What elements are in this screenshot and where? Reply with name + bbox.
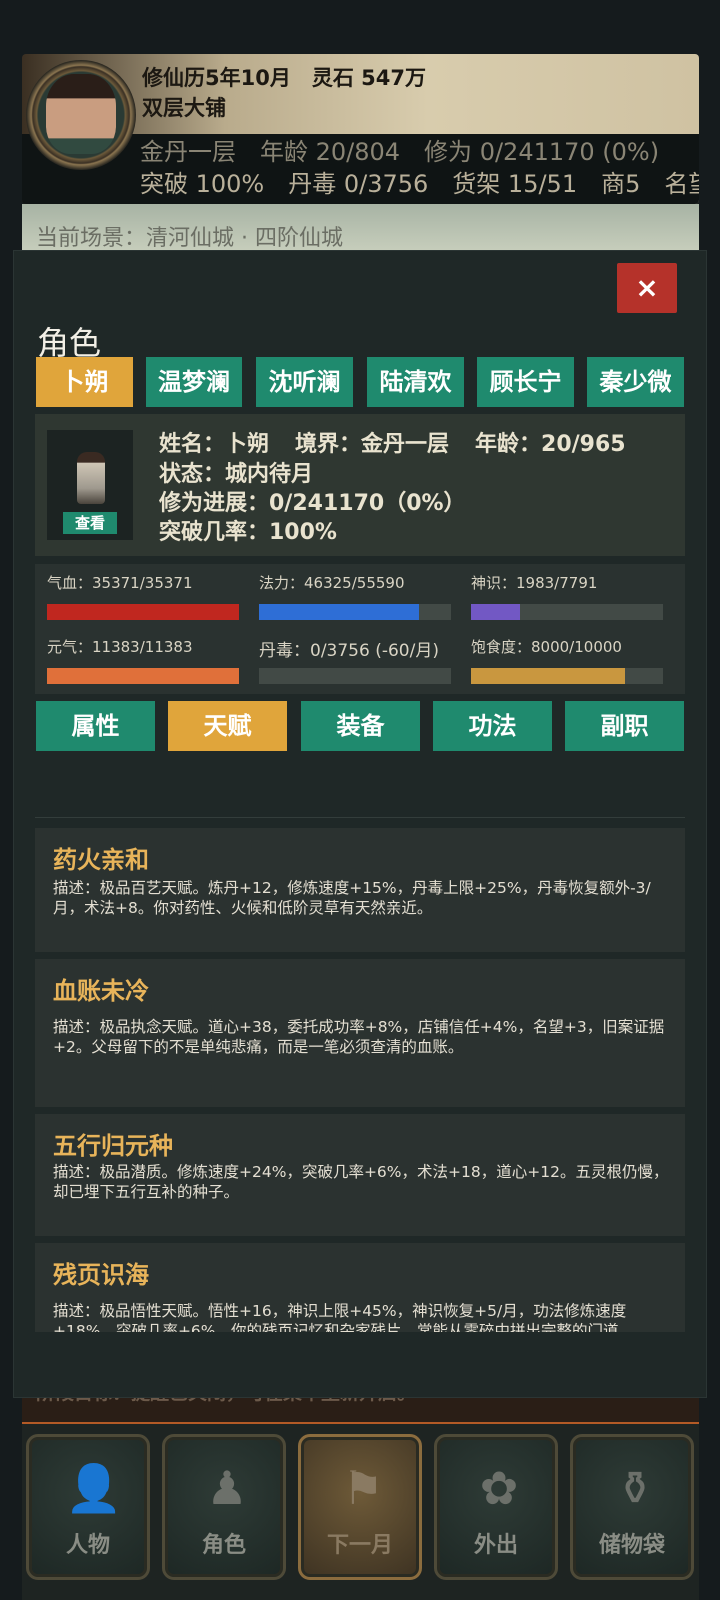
stat-bar	[47, 668, 239, 684]
avatar-portrait	[46, 74, 116, 154]
character-tab-3[interactable]: 陆清欢	[367, 357, 464, 407]
stat-bar	[471, 604, 663, 620]
stat-bar-fill	[47, 668, 239, 684]
nav-outing-button[interactable]: ✿ 外出	[434, 1434, 558, 1580]
nav-label: 人物	[65, 1533, 110, 1558]
status-hud: 修仙历5年10月 灵石 547万 双层大铺 金丹一层 年龄 20/804 修为 …	[22, 54, 699, 204]
stat-satiety: 饱食度：8000/10000	[471, 636, 663, 684]
nav-storage-bag-button[interactable]: ⚱ 储物袋	[570, 1434, 694, 1580]
stat-label: 丹毒：0/3756 (-60/月)	[259, 641, 439, 661]
realm-field: 境界：金丹一层	[295, 432, 450, 457]
nav-next-month-button[interactable]: ⚑ 下一月	[298, 1434, 422, 1580]
close-button[interactable]: ×	[617, 263, 677, 313]
hud-realm-row: 金丹一层 年龄 20/804 修为 0/241170 (0%)	[140, 138, 660, 166]
character-tab-4[interactable]: 顾长宁	[477, 357, 574, 407]
person-icon: 👤	[65, 1461, 123, 1515]
scene-label: 当前场景：清河仙城 · 四阶仙城	[36, 226, 343, 250]
nav-label: 角色	[201, 1533, 246, 1558]
character-portrait: 查看	[47, 430, 133, 540]
character-tab-2[interactable]: 沈听澜	[256, 357, 353, 407]
nav-label: 储物袋	[598, 1533, 665, 1558]
character-tab-1[interactable]: 温梦澜	[146, 357, 242, 407]
stat-pill-toxicity: 丹毒：0/3756 (-60/月)	[259, 636, 451, 684]
stat-bar	[47, 604, 239, 620]
talent-name: 残页识海	[53, 1261, 149, 1289]
stat-label: 元气：11383/11383	[47, 638, 193, 656]
hud-date-stones: 修仙历5年10月 灵石 547万	[142, 66, 426, 90]
character-figure	[77, 452, 105, 504]
breakthrough-chance-field: 突破几率：100%	[159, 520, 337, 545]
player-avatar[interactable]	[26, 60, 136, 170]
stat-label: 神识：1983/7791	[471, 574, 598, 592]
bag-icon: ⚱	[615, 1461, 655, 1515]
character-tab-0[interactable]: 卜朔	[36, 357, 133, 407]
stats-panel: 气血：35371/35371 法力：46325/55590 神识：1983/77…	[35, 564, 685, 694]
lotus-icon: ✿	[479, 1461, 519, 1515]
hud-shop-name: 双层大铺	[142, 96, 226, 120]
stat-label: 饱食度：8000/10000	[471, 638, 622, 656]
view-button[interactable]: 查看	[63, 512, 117, 534]
scene-banner: 当前场景：清河仙城 · 四阶仙城	[22, 204, 699, 250]
talent-description: 描述：极品百艺天赋。炼丹+12，修炼速度+15%，丹毒上限+25%，丹毒恢复额外…	[53, 879, 651, 917]
tab-techniques[interactable]: 功法	[433, 701, 552, 751]
stat-bar-fill	[47, 604, 239, 620]
stat-bar-fill	[259, 604, 419, 620]
cultivation-progress-field: 修为进展：0/241170（0%）	[159, 491, 466, 516]
info-row-1: 姓名：卜朔 境界：金丹一层 年龄：20/965	[159, 426, 626, 458]
character-info-card: 查看 姓名：卜朔 境界：金丹一层 年龄：20/965 状态：城内待月 修为进展：0/…	[35, 414, 685, 556]
bell-person-icon: ♟	[206, 1461, 248, 1515]
name-field: 姓名：卜朔	[159, 432, 270, 457]
stat-bar-fill	[471, 668, 625, 684]
stat-bar	[259, 668, 451, 684]
talent-card: 血账未冷 描述：极品执念天赋。道心+38，委托成功率+8%，店铺信任+4%，名望…	[35, 959, 685, 1107]
talent-name: 五行归元种	[53, 1132, 173, 1160]
nav-person-button[interactable]: 👤 人物	[26, 1434, 150, 1580]
age-field: 年龄：20/965	[475, 432, 626, 457]
tab-equipment[interactable]: 装备	[301, 701, 420, 751]
nav-label: 外出	[473, 1533, 518, 1558]
hud-breakthrough-row: 突破 100% 丹毒 0/3756 货架 15/51 商5 名望	[140, 170, 699, 198]
stat-mana: 法力：46325/55590	[259, 572, 451, 620]
talent-list[interactable]: 药火亲和 描述：极品百艺天赋。炼丹+12，修炼速度+15%，丹毒上限+25%，丹…	[35, 828, 685, 1332]
talent-description: 描述：极品潜质。修炼速度+24%，突破几率+6%，术法+18，道心+12。五灵根…	[53, 1163, 669, 1201]
talent-card: 五行归元种 描述：极品潜质。修炼速度+24%，突破几率+6%，术法+18，道心+…	[35, 1114, 685, 1236]
section-divider	[35, 817, 685, 818]
stat-hp: 气血：35371/35371	[47, 572, 239, 620]
stat-vitality: 元气：11383/11383	[47, 636, 239, 684]
stat-spirit-sense: 神识：1983/7791	[471, 572, 663, 620]
tab-side-jobs[interactable]: 副职	[565, 701, 684, 751]
talent-name: 药火亲和	[53, 846, 149, 874]
stat-label: 气血：35371/35371	[47, 574, 193, 592]
stat-bar-fill	[471, 604, 520, 620]
talent-card: 药火亲和 描述：极品百艺天赋。炼丹+12，修炼速度+15%，丹毒上限+25%，丹…	[35, 828, 685, 952]
talent-description: 描述：极品悟性天赋。悟性+16，神识上限+45%，神识恢复+5/月，功法修炼速度…	[53, 1302, 635, 1332]
talent-card: 残页识海 描述：极品悟性天赋。悟性+16，神识上限+45%，神识恢复+5/月，功…	[35, 1243, 685, 1332]
stat-bar	[471, 668, 663, 684]
tab-talents[interactable]: 天赋	[168, 701, 287, 751]
status-field: 状态：城内待月	[159, 462, 314, 487]
stat-label: 法力：46325/55590	[259, 574, 405, 592]
bottom-nav: 👤 人物 ♟ 角色 ⚑ 下一月 ✿ 外出 ⚱ 储物袋	[22, 1424, 699, 1600]
nav-label: 下一月	[326, 1533, 393, 1558]
stat-bar	[259, 604, 451, 620]
nav-role-button[interactable]: ♟ 角色	[162, 1434, 286, 1580]
flag-icon: ⚑	[342, 1461, 384, 1515]
talent-name: 血账未冷	[53, 977, 149, 1005]
game-screen: 修仙历5年10月 灵石 547万 双层大铺 金丹一层 年龄 20/804 修为 …	[0, 0, 720, 1600]
talent-description: 描述：极品执念天赋。道心+38，委托成功率+8%，店铺信任+4%，名望+3，旧案…	[53, 1018, 665, 1056]
character-tab-5[interactable]: 秦少微	[587, 357, 684, 407]
tab-attributes[interactable]: 属性	[36, 701, 155, 751]
